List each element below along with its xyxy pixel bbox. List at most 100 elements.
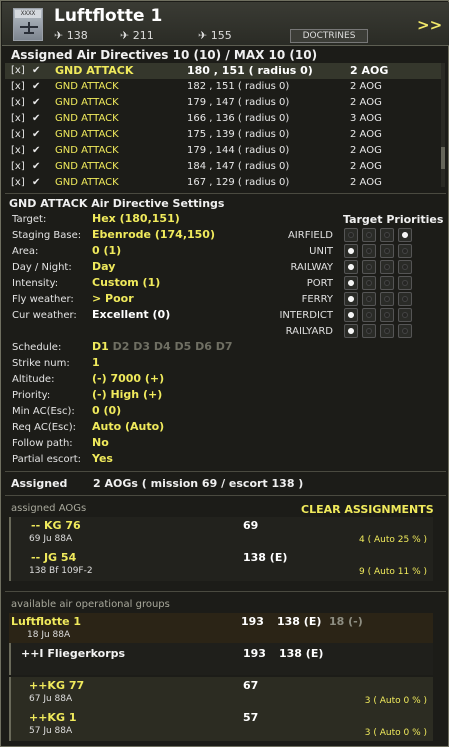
priority-radio[interactable]	[398, 228, 412, 242]
assigned-aog-row[interactable]: -- JG 54 138 Bf 109F-2 138 (E) 9 ( Auto …	[9, 549, 433, 581]
aircraft-icon	[20, 22, 38, 34]
staging-value[interactable]: Ebenrode (174,150)	[92, 228, 215, 241]
priority-radio[interactable]	[362, 244, 376, 258]
doctrines-button[interactable]: DOCTRINES	[290, 29, 368, 43]
divider	[5, 193, 446, 194]
priority-radio[interactable]	[398, 324, 412, 338]
directive-enabled-box[interactable]: [x]	[11, 113, 25, 124]
curweather-value: Excellent (0)	[92, 308, 171, 321]
schedule-days-inactive[interactable]: D2 D3 D4 D5 D6 D7	[113, 340, 233, 353]
priority-radio[interactable]	[344, 244, 358, 258]
priority-radio[interactable]	[380, 260, 394, 274]
check-icon: ✔	[32, 177, 41, 187]
target-value[interactable]: Hex (180,151)	[92, 212, 180, 225]
priority-radio[interactable]	[362, 292, 376, 306]
daynight-value[interactable]: Day	[92, 260, 115, 273]
priority-radio[interactable]	[398, 308, 412, 322]
radio-dot	[384, 280, 390, 286]
priority-label: RAILYARD	[285, 326, 333, 337]
directive-enabled-box[interactable]: [x]	[11, 145, 25, 156]
strike-value[interactable]: 1	[92, 356, 100, 369]
priority-radio[interactable]	[380, 292, 394, 306]
available-hq-row[interactable]: Luftflotte 1 18 Ju 88A 193 138 (E) 18 (-…	[9, 613, 433, 643]
aog-count: 69	[243, 519, 259, 532]
reqac-value[interactable]: Auto (Auto)	[92, 420, 164, 433]
directive-coords: 182 , 151 ( radius 0)	[187, 81, 290, 92]
altitude-value[interactable]: (-) 7000 (+)	[92, 372, 164, 385]
priority-radio[interactable]	[344, 324, 358, 338]
directive-type: GND ATTACK	[55, 97, 119, 108]
fighter-count: ✈ 138	[54, 29, 88, 42]
priority-radio[interactable]	[344, 276, 358, 290]
radio-dot	[402, 280, 408, 286]
directives-scrollbar[interactable]	[441, 63, 445, 187]
directive-aog-count: 2 AOG	[350, 97, 382, 108]
directive-row[interactable]: [x] ✔ GND ATTACK 180 , 151 ( radius 0) 2 AOG	[5, 63, 441, 79]
available-corps-row[interactable]: ++I Fliegerkorps 193 138 (E)	[9, 643, 433, 675]
radio-dot	[366, 280, 372, 286]
directive-row[interactable]: [x] ✔ GND ATTACK 166 , 136 ( radius 0) 3 AOG	[5, 111, 441, 127]
aog-auto: 9 ( Auto 11 % )	[359, 567, 427, 577]
directive-enabled-box[interactable]: [x]	[11, 65, 25, 76]
partial-value[interactable]: Yes	[92, 452, 113, 465]
priority-radio[interactable]	[344, 292, 358, 306]
priority-radio[interactable]	[398, 244, 412, 258]
directive-row[interactable]: [x] ✔ GND ATTACK 175 , 139 ( radius 0) 2 AOG	[5, 127, 441, 143]
directive-enabled-box[interactable]: [x]	[11, 177, 25, 187]
aog-auto: 3 ( Auto 0 % )	[364, 728, 427, 738]
area-value[interactable]: 0 (1)	[92, 244, 121, 257]
assigned-aog-row[interactable]: -- KG 76 69 Ju 88A 69 4 ( Auto 25 % )	[9, 517, 433, 549]
minac-value[interactable]: 0 (0)	[92, 404, 121, 417]
priority-radio[interactable]	[362, 276, 376, 290]
priority-radio[interactable]	[344, 308, 358, 322]
directive-type: GND ATTACK	[55, 161, 119, 172]
schedule-day-active[interactable]: D1	[92, 340, 109, 353]
directive-coords: 179 , 144 ( radius 0)	[187, 145, 290, 156]
priority-radio[interactable]	[398, 292, 412, 306]
plane-icon: ✈	[198, 29, 208, 42]
follow-value[interactable]: No	[92, 436, 109, 449]
priority-radio[interactable]	[362, 308, 376, 322]
check-icon: ✔	[32, 65, 41, 76]
plane-icon: ✈	[120, 29, 130, 42]
schedule-value[interactable]: D1 D2 D3 D4 D5 D6 D7	[92, 340, 233, 353]
aog-count: 57	[243, 711, 259, 724]
directive-row[interactable]: [x] ✔ GND ATTACK 167 , 129 ( radius 0) 2 AOG	[5, 175, 441, 187]
directive-row[interactable]: [x] ✔ GND ATTACK 179 , 144 ( radius 0) 2 AOG	[5, 143, 441, 159]
priority-radio[interactable]	[380, 324, 394, 338]
priority-radio[interactable]	[398, 260, 412, 274]
radio-dot	[348, 328, 354, 334]
priority-value[interactable]: (-) High (+)	[92, 388, 162, 401]
radio-dot	[366, 312, 372, 318]
priority-radio[interactable]	[362, 228, 376, 242]
priority-radio[interactable]	[380, 244, 394, 258]
priority-radio[interactable]	[362, 260, 376, 274]
hq-emblem[interactable]: XXXX	[13, 8, 43, 41]
directive-enabled-box[interactable]: [x]	[11, 97, 25, 108]
available-aog-row[interactable]: ++KG 77 67 Ju 88A 67 3 ( Auto 0 % )	[9, 677, 433, 709]
available-aog-row[interactable]: ++KG 1 57 Ju 88A 57 3 ( Auto 0 % )	[9, 709, 433, 741]
scroll-thumb[interactable]	[441, 147, 445, 169]
directive-enabled-box[interactable]: [x]	[11, 81, 25, 92]
next-panel-button[interactable]: >>	[417, 16, 442, 34]
directive-enabled-box[interactable]: [x]	[11, 129, 25, 140]
reqac-label: Req AC(Esc):	[12, 422, 77, 433]
priority-radio[interactable]	[380, 276, 394, 290]
aog-count: 138 (E)	[243, 551, 288, 564]
priority-radio[interactable]	[380, 308, 394, 322]
directive-enabled-box[interactable]: [x]	[11, 161, 25, 172]
priority-radio[interactable]	[362, 324, 376, 338]
flyweather-value[interactable]: > Poor	[92, 292, 134, 305]
directive-row[interactable]: [x] ✔ GND ATTACK 184 , 147 ( radius 0) 2 AOG	[5, 159, 441, 175]
priority-label: RAILWAY	[290, 262, 334, 273]
clear-assignments-button[interactable]: CLEAR ASSIGNMENTS	[301, 503, 434, 516]
priority-radio[interactable]	[344, 228, 358, 242]
intensity-value[interactable]: Custom (1)	[92, 276, 160, 289]
directives-list[interactable]: [x] ✔ GND ATTACK 180 , 151 ( radius 0) 2 AOG…	[5, 63, 444, 187]
priority-radio[interactable]	[398, 276, 412, 290]
directive-row[interactable]: [x] ✔ GND ATTACK 179 , 147 ( radius 0) 2 AOG	[5, 95, 441, 111]
directive-row[interactable]: [x] ✔ GND ATTACK 182 , 151 ( radius 0) 2 AOG	[5, 79, 441, 95]
priority-radio[interactable]	[380, 228, 394, 242]
priority-radio[interactable]	[344, 260, 358, 274]
check-icon: ✔	[32, 161, 41, 172]
